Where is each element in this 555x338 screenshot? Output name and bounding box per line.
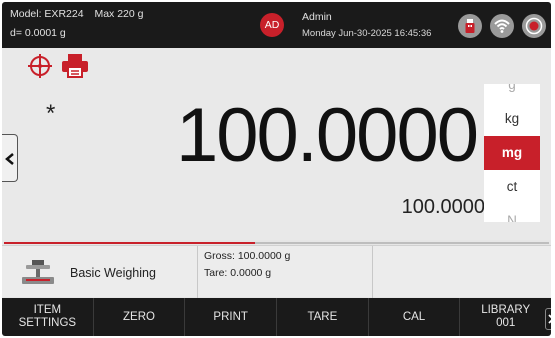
zero-label: ZERO: [123, 310, 155, 323]
status-bar: Model: EXR224 Max 220 g d= 0.0001 g AD A…: [2, 2, 551, 48]
secondary-weight-readout: 100.0000: [401, 196, 485, 218]
item-settings-label-line2: SETTINGS: [18, 317, 77, 329]
side-panel-toggle[interactable]: [2, 134, 18, 182]
cal-label: CAL: [402, 310, 426, 323]
unit-option-ct[interactable]: ct: [484, 170, 540, 204]
target-icon[interactable]: [26, 52, 54, 85]
more-keys-tab[interactable]: [545, 308, 551, 330]
zero-button[interactable]: ZERO: [94, 298, 186, 336]
unit-picker[interactable]: g kg mg ct N: [484, 84, 540, 222]
model-label: Model: EXR224: [10, 8, 84, 20]
chevron-right-icon: [548, 314, 551, 324]
info-divider: [372, 246, 373, 298]
balance-icon: [22, 260, 54, 284]
unit-option-mg[interactable]: mg: [484, 136, 540, 170]
application-name: Basic Weighing: [70, 266, 156, 280]
library-label-line2: 001: [496, 317, 516, 329]
user-name[interactable]: Admin: [302, 11, 332, 23]
capacity-bar-fill: [4, 242, 255, 244]
alibi-icon[interactable]: [522, 14, 546, 38]
chevron-left-icon: [5, 153, 14, 165]
capacity-bar: [4, 242, 549, 244]
unit-option-n[interactable]: N: [484, 204, 540, 222]
item-settings-label-line1: ITEM: [33, 304, 62, 316]
library-label-line1: LIBRARY: [481, 304, 531, 316]
unit-option-g[interactable]: g: [484, 84, 540, 102]
application-selector[interactable]: Basic Weighing: [2, 246, 198, 298]
tare-weight-label: Tare: 0.0000 g: [204, 267, 272, 279]
gross-weight-label: Gross: 100.0000 g: [204, 250, 291, 262]
cal-button[interactable]: CAL: [369, 298, 461, 336]
print-button[interactable]: PRINT: [185, 298, 278, 336]
max-capacity-label: Max 220 g: [94, 8, 144, 20]
print-label: PRINT: [213, 310, 248, 323]
item-settings-button[interactable]: ITEM SETTINGS: [2, 298, 94, 336]
stability-indicator: *: [46, 100, 56, 127]
datetime-label: Monday Jun-30-2025 16:45:36: [302, 28, 432, 39]
readability-label: d= 0.0001 g: [10, 27, 66, 39]
user-avatar[interactable]: AD: [260, 13, 284, 37]
tare-label: TARE: [307, 310, 338, 323]
scale-screen: Model: EXR224 Max 220 g d= 0.0001 g AD A…: [2, 2, 551, 336]
library-button[interactable]: LIBRARY 001: [460, 298, 551, 336]
wifi-icon[interactable]: [490, 14, 514, 38]
unit-option-kg[interactable]: kg: [484, 102, 540, 136]
function-key-bar: ITEM SETTINGS ZERO PRINT TARE CAL LIBRAR…: [2, 298, 551, 336]
info-strip: Basic Weighing Gross: 100.0000 g Tare: 0…: [2, 245, 551, 298]
usb-icon[interactable]: [458, 14, 482, 38]
printer-icon[interactable]: [60, 53, 90, 84]
model-info: Model: EXR224 Max 220 g: [10, 8, 144, 20]
weighing-display: * 100.0000 100.0000 g kg mg ct N: [2, 48, 551, 240]
weight-readout: 100.0000: [176, 93, 479, 178]
tare-button[interactable]: TARE: [277, 298, 369, 336]
